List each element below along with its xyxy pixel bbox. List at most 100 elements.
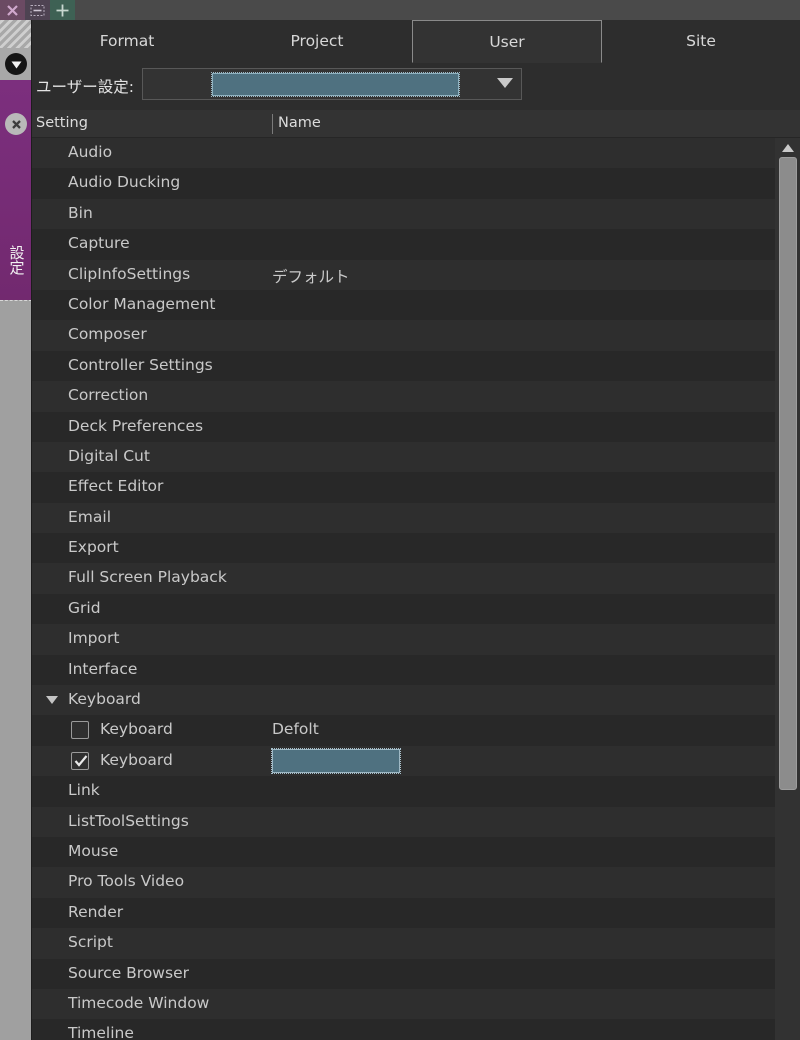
row-setting-label: Keyboard <box>68 690 141 709</box>
settings-panel: Format Project User Site ユーザー設定: Setting <box>32 20 800 1040</box>
table-row[interactable]: Import <box>32 624 775 655</box>
row-setting-label: Interface <box>68 659 138 678</box>
row-name-value: デフォルト <box>272 267 350 286</box>
row-setting-label: Grid <box>68 598 101 617</box>
table-row[interactable]: Digital Cut <box>32 441 775 473</box>
row-setting-label: Correction <box>68 386 149 405</box>
tab-user-label: User <box>489 32 525 51</box>
row-checkbox[interactable] <box>71 751 89 770</box>
row-setting-label: Audio Ducking <box>68 173 181 192</box>
row-setting-label: Bin <box>68 203 93 222</box>
table-row[interactable]: Timecode Window <box>32 988 775 1020</box>
tab-format-label: Format <box>99 32 155 50</box>
tab-site[interactable]: Site <box>602 20 800 62</box>
table-row[interactable]: Capture <box>32 229 775 260</box>
table-row[interactable]: Timeline <box>32 1019 775 1040</box>
column-divider[interactable] <box>272 114 273 134</box>
table-row[interactable]: Keyboard <box>32 745 775 777</box>
row-setting-label: Deck Preferences <box>68 416 204 435</box>
row-setting-label: Export <box>68 538 119 557</box>
table-row[interactable]: Composer <box>32 320 775 351</box>
triangle-up-icon <box>781 138 795 157</box>
table-row[interactable]: Keyboard Defolt <box>32 715 775 746</box>
row-name-value: Defolt <box>272 720 319 739</box>
tab-format[interactable]: Format <box>32 20 222 62</box>
row-setting-label: Controller Settings <box>68 355 213 374</box>
user-setting-row: ユーザー設定: <box>32 62 800 110</box>
row-setting-label: Render <box>68 902 124 921</box>
table-row[interactable]: Interface <box>32 654 775 686</box>
table-row[interactable]: Full Screen Playback <box>32 563 775 594</box>
row-setting-label: Effect Editor <box>68 477 164 496</box>
table-row[interactable]: Audio Ducking <box>32 168 775 199</box>
table-row[interactable]: Color Management <box>32 289 775 321</box>
table-row[interactable]: Email <box>32 502 775 534</box>
sidebar-settings-tab[interactable]: 設定 <box>0 80 32 300</box>
left-sidebar: 設定 <box>0 20 32 1040</box>
table-row[interactable]: ClipInfoSettings デフォルト <box>32 259 775 290</box>
tab-project[interactable]: Project <box>222 20 412 62</box>
window-close-button[interactable] <box>0 0 25 20</box>
sidebar-collapse-button[interactable] <box>0 48 32 80</box>
row-setting-label: ClipInfoSettings <box>68 264 191 283</box>
scrollbar-thumb[interactable] <box>779 157 797 790</box>
sidebar-drag-handle[interactable] <box>0 20 32 48</box>
row-setting-label: Email <box>68 507 112 526</box>
column-header-setting[interactable]: Setting <box>36 115 88 131</box>
row-setting-label: Source Browser <box>68 963 189 982</box>
table-row[interactable]: Bin <box>32 198 775 230</box>
row-setting-label: Timecode Window <box>68 993 210 1012</box>
row-setting-label: Digital Cut <box>68 446 150 465</box>
table-row[interactable]: Pro Tools Video <box>32 867 775 898</box>
table-row[interactable]: Controller Settings <box>32 350 775 382</box>
list-column-header: Setting Name <box>32 110 800 138</box>
table-row[interactable]: Export <box>32 533 775 564</box>
row-setting-label: Capture <box>68 234 130 253</box>
user-setting-input[interactable] <box>211 72 460 97</box>
window-maximize-button[interactable] <box>50 0 75 20</box>
table-row[interactable]: Correction <box>32 381 775 412</box>
row-setting-label: Composer <box>68 325 147 344</box>
triangle-down-icon[interactable] <box>46 696 58 705</box>
sidebar-lower-panel <box>0 300 32 1040</box>
user-setting-label: ユーザー設定: <box>36 78 134 96</box>
close-circle-icon[interactable] <box>5 113 27 135</box>
settings-list[interactable]: Audio Audio Ducking Bin Capture ClipInfoSett… <box>32 138 775 1040</box>
title-bar-empty-area <box>75 0 800 20</box>
user-setting-combobox[interactable] <box>142 68 522 100</box>
table-row[interactable]: Source Browser <box>32 958 775 989</box>
row-name-input[interactable] <box>271 747 401 774</box>
row-setting-label: Mouse <box>68 841 119 860</box>
table-row[interactable]: Link <box>32 776 775 807</box>
row-checkbox[interactable] <box>71 721 89 740</box>
application-window: 設定 Format Project User Site ユーザー設定: Sett… <box>0 0 800 1040</box>
row-setting-label: Script <box>68 933 113 952</box>
tab-user[interactable]: User <box>412 20 602 63</box>
table-row[interactable]: ListToolSettings <box>32 806 775 837</box>
table-row[interactable]: Keyboard <box>32 685 775 716</box>
table-row[interactable]: Deck Preferences <box>32 411 775 442</box>
table-row[interactable]: Render <box>32 897 775 929</box>
table-row[interactable]: Audio <box>32 138 775 169</box>
row-setting-label: Keyboard <box>100 750 173 769</box>
vertical-scrollbar[interactable] <box>775 138 800 1040</box>
chevron-down-icon[interactable] <box>497 78 513 88</box>
row-setting-label: Keyboard <box>100 720 173 739</box>
column-header-name[interactable]: Name <box>278 115 321 131</box>
window-minimize-button[interactable] <box>25 0 50 20</box>
table-row[interactable]: Effect Editor <box>32 472 775 503</box>
title-bar <box>0 0 800 20</box>
row-setting-label: Import <box>68 629 120 648</box>
table-row[interactable]: Grid <box>32 593 775 625</box>
settings-tab-bar: Format Project User Site <box>32 20 800 63</box>
triangle-down-icon <box>5 53 27 75</box>
row-setting-label: Color Management <box>68 294 216 313</box>
table-row[interactable]: Script <box>32 928 775 959</box>
row-setting-label: ListToolSettings <box>68 811 189 830</box>
row-setting-label: Pro Tools Video <box>68 872 185 891</box>
row-setting-label: Link <box>68 781 100 800</box>
minimize-icon <box>30 4 45 17</box>
row-setting-label: Timeline <box>68 1024 134 1040</box>
scroll-up-button[interactable] <box>775 138 800 156</box>
table-row[interactable]: Mouse <box>32 836 775 868</box>
